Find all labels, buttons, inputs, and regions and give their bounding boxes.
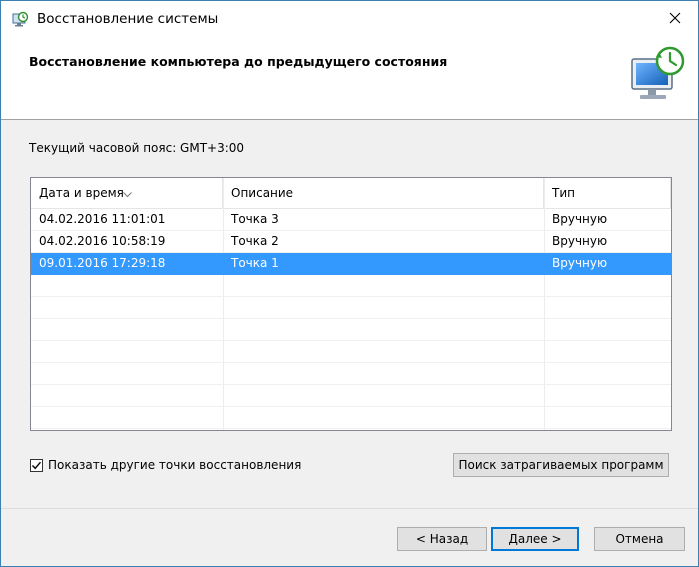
row-type: Вручную	[552, 234, 608, 248]
column-header-date-label: Дата и время	[39, 186, 124, 200]
row-date: 04.02.2016 10:58:19	[39, 234, 166, 248]
row-description: Точка 2	[231, 234, 279, 248]
column-header-type-label: Тип	[552, 186, 575, 200]
table-row-empty	[31, 275, 671, 297]
table-row[interactable]: 04.02.2016 11:01:01 Точка 3 Вручную	[31, 209, 671, 231]
wizard-body: Текущий часовой пояс: GMT+3:00 Дата и вр…	[1, 120, 698, 508]
row-type: Вручную	[552, 256, 608, 270]
table-row-empty	[31, 341, 671, 363]
table-row-empty	[31, 297, 671, 319]
table-row-empty	[31, 429, 671, 430]
row-date: 09.01.2016 17:29:18	[39, 256, 166, 270]
row-description: Точка 1	[231, 256, 279, 270]
show-more-checkbox[interactable]	[30, 458, 43, 472]
row-description: Точка 3	[231, 212, 279, 226]
row-date: 04.02.2016 11:01:01	[39, 212, 166, 226]
restore-monitor-icon	[626, 43, 690, 107]
table-row-empty	[31, 407, 671, 429]
page-title: Восстановление компьютера до предыдущего…	[29, 54, 448, 69]
column-header-date[interactable]: Дата и время	[31, 178, 223, 208]
table-row-empty	[31, 319, 671, 341]
system-restore-icon	[11, 11, 29, 29]
timezone-label: Текущий часовой пояс: GMT+3:00	[29, 141, 245, 155]
row-type: Вручную	[552, 212, 608, 226]
title-bar[interactable]: Восстановление системы	[1, 1, 698, 39]
checkmark-icon	[31, 461, 42, 469]
scan-affected-programs-button[interactable]: Поиск затрагиваемых программ	[453, 453, 669, 477]
next-button[interactable]: Далее >	[491, 527, 579, 551]
table-body: 04.02.2016 11:01:01 Точка 3 Вручную 04.0…	[31, 209, 671, 430]
table-row[interactable]: 04.02.2016 10:58:19 Точка 2 Вручную	[31, 231, 671, 253]
close-button[interactable]	[652, 1, 698, 37]
sort-caret-icon	[123, 179, 132, 198]
table-row-empty	[31, 385, 671, 407]
show-more-label: Показать другие точки восстановления	[48, 458, 302, 472]
show-more-checkbox-row[interactable]: Показать другие точки восстановления	[30, 457, 301, 473]
window-title: Восстановление системы	[37, 11, 219, 27]
close-icon	[669, 12, 681, 27]
back-button[interactable]: < Назад	[397, 527, 487, 551]
column-header-description[interactable]: Описание	[223, 178, 544, 208]
table-header: Дата и время Описание Тип	[31, 178, 671, 209]
table-row-empty	[31, 363, 671, 385]
cancel-button[interactable]: Отмена	[594, 527, 685, 551]
column-header-type[interactable]: Тип	[544, 178, 671, 208]
system-restore-window: Восстановление системы Восстановление ко…	[0, 0, 699, 567]
wizard-footer: < Назад Далее > Отмена	[1, 509, 698, 566]
restore-points-table[interactable]: Дата и время Описание Тип 04.02.2016 11:…	[30, 177, 672, 431]
wizard-header: Восстановление компьютера до предыдущего…	[1, 39, 698, 115]
column-header-description-label: Описание	[231, 186, 294, 200]
table-row-selected[interactable]: 09.01.2016 17:29:18 Точка 1 Вручную	[31, 253, 671, 275]
